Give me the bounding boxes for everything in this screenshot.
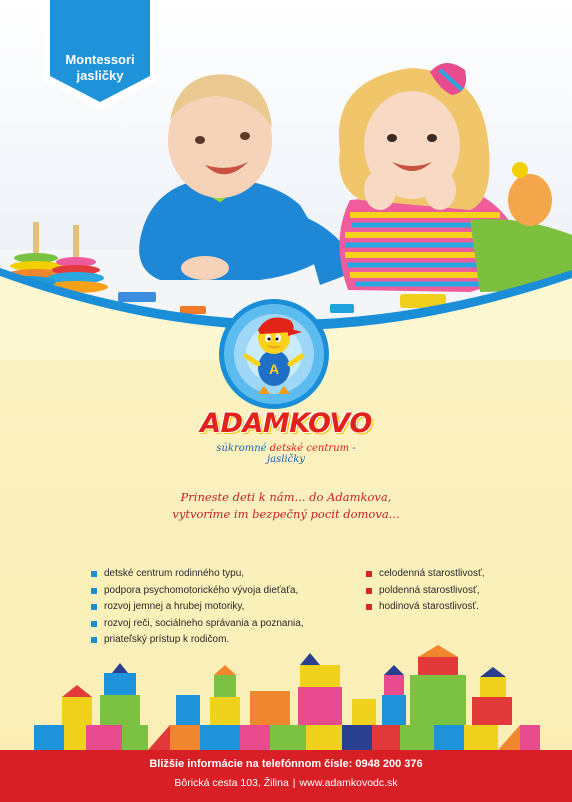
separator: | (292, 777, 296, 789)
tagline-part-2: detské centrum (269, 443, 350, 454)
brand-tagline: súkromné detské centrum - jasličky (196, 443, 376, 465)
list-item: hodinová starostlivosť. (366, 599, 484, 616)
tagline-part-1: súkromné (216, 443, 270, 454)
website-link[interactable]: www.adamkovodc.sk (300, 777, 398, 789)
badge-line1: Montessori (65, 52, 135, 67)
building-blocks-illustration (34, 645, 540, 750)
mascot-logo-icon: A (219, 299, 329, 409)
list-item: poldenná starostlivosť, (366, 583, 484, 600)
list-item: detské centrum rodinného typu, (91, 566, 304, 583)
services-list-right: celodenná starostlivosť, poldenná staros… (366, 566, 484, 616)
services-list-left: detské centrum rodinného typu, podpora p… (91, 566, 304, 649)
flyer-page: Montessori jasličky A ADAMKOVO súkromné … (0, 0, 572, 802)
slogan-line1: Prineste deti k nám... do Adamkova, (180, 490, 392, 504)
badge-line2: jasličky (76, 68, 124, 83)
address: Bôrická cesta 103, Žilina (174, 777, 289, 789)
slogan-line2: vytvoríme im bezpečný pocit domova... (172, 507, 400, 521)
mascot-letter: A (269, 361, 279, 377)
list-item: rozvoj jemnej a hrubej motoriky, (91, 599, 304, 616)
list-item: celodenná starostlivosť, (366, 566, 484, 583)
brand-name: ADAMKOVO (200, 408, 372, 439)
slogan: Prineste deti k nám... do Adamkova, vytv… (160, 489, 412, 523)
contact-address: Bôrická cesta 103, Žilina | www.adamkovodc… (0, 777, 572, 789)
list-item: podpora psychomotorického vývoja dieťaťa… (91, 583, 304, 600)
contact-phone: Bližšie informácie na telefónnom čísle: … (149, 758, 423, 770)
montessori-badge: Montessori jasličky (44, 52, 156, 84)
list-item: rozvoj reči, sociálneho správania a pozn… (91, 616, 304, 633)
